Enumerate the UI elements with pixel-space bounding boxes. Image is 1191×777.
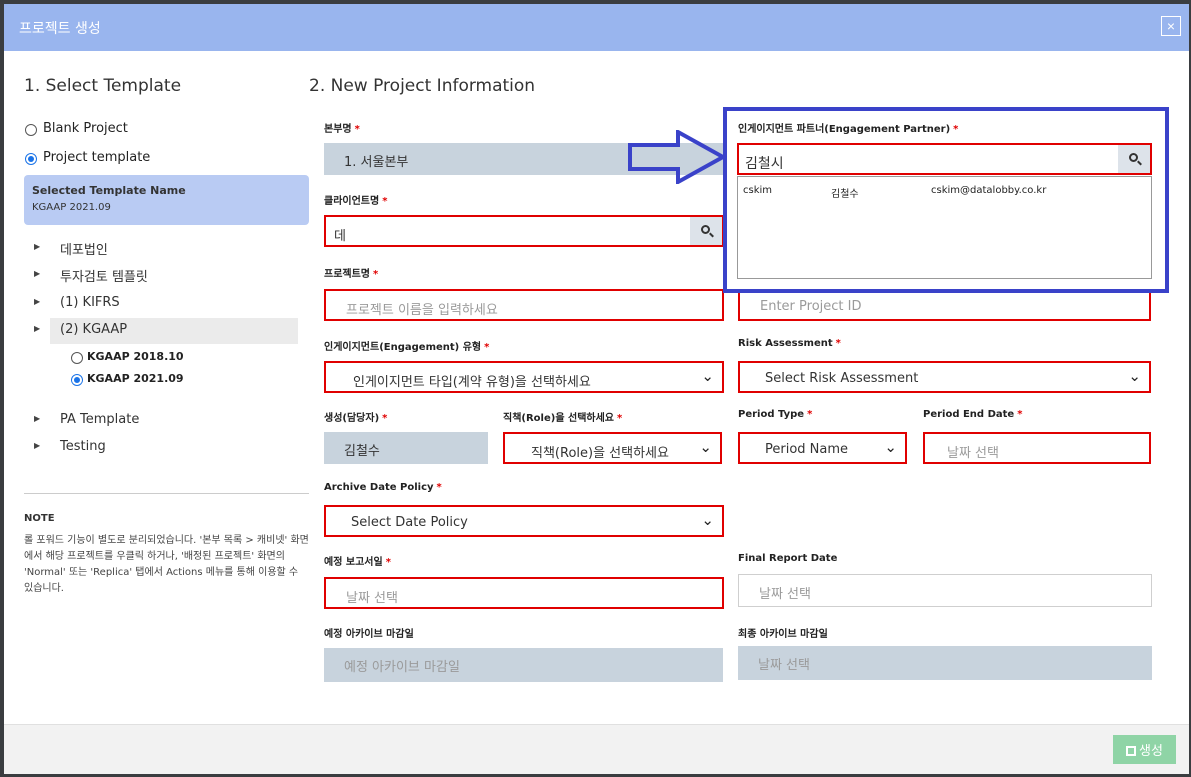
- archive-deadline-field: 예정 아카이브 마감일: [324, 648, 723, 682]
- search-icon: [701, 225, 710, 234]
- annotation-arrow-icon: [628, 130, 728, 184]
- blank-project-radio[interactable]: [25, 124, 37, 136]
- client-input-value[interactable]: 데: [334, 225, 346, 244]
- risk-value: Select Risk Assessment: [765, 371, 919, 386]
- tree-item-kifrs[interactable]: (1) KIFRS: [60, 295, 120, 310]
- period-type-value: Period Name: [765, 442, 849, 457]
- project-template-radio[interactable]: [25, 153, 37, 165]
- tree-item-testing[interactable]: Testing: [60, 439, 106, 454]
- period-end-placeholder: 날짜 선택: [947, 446, 999, 461]
- annotation-highlight-box: [723, 107, 1169, 293]
- engagement-type-select[interactable]: 인게이지먼트 타입(계약 유형)을 선택하세요 ⌄: [324, 361, 724, 393]
- engagement-type-label: 인게이지먼트(Engagement) 유형 *: [324, 342, 490, 353]
- tree-caret-icon[interactable]: ▶: [34, 297, 40, 306]
- chevron-down-icon: ⌄: [1128, 367, 1141, 385]
- creator-value: 김철수: [344, 444, 380, 459]
- project-name-placeholder: 프로젝트 이름을 입력하세요: [346, 303, 498, 318]
- tree-item-depo[interactable]: 데포법인: [60, 239, 108, 258]
- period-end-date-input[interactable]: 날짜 선택: [923, 432, 1151, 464]
- archive-policy-value: Select Date Policy: [351, 515, 468, 530]
- tree-item-investment[interactable]: 투자검토 템플릿: [60, 266, 148, 285]
- kgaap-2018-label[interactable]: KGAAP 2018.10: [87, 350, 184, 363]
- creator-label: 생성(담당자) *: [324, 413, 388, 424]
- report-date-placeholder: 날짜 선택: [346, 591, 398, 606]
- period-type-label: Period Type *: [738, 409, 813, 420]
- role-label: 직책(Role)을 선택하세요 *: [503, 413, 623, 424]
- chevron-down-icon: ⌄: [699, 438, 712, 456]
- modal-title: 프로젝트 생성: [19, 21, 101, 37]
- tree-item-kgaap[interactable]: (2) KGAAP: [60, 322, 127, 337]
- client-search-button[interactable]: [690, 217, 722, 245]
- final-archive-field: 날짜 선택: [738, 646, 1152, 680]
- creator-field: 김철수: [324, 432, 488, 464]
- archive-policy-select[interactable]: Select Date Policy ⌄: [324, 505, 724, 537]
- client-search-input[interactable]: 데: [324, 215, 724, 247]
- risk-select[interactable]: Select Risk Assessment ⌄: [738, 361, 1151, 393]
- report-date-input[interactable]: 날짜 선택: [324, 577, 724, 609]
- kgaap-2018-radio[interactable]: [71, 352, 83, 364]
- archive-policy-label: Archive Date Policy *: [324, 482, 442, 493]
- tree-caret-icon[interactable]: ▶: [34, 324, 40, 333]
- role-value: 직책(Role)을 선택하세요: [531, 446, 669, 461]
- modal-header: 프로젝트 생성 ×: [4, 4, 1189, 51]
- division-label: 본부명 *: [324, 124, 360, 135]
- final-archive-label: 최종 아카이브 마감일: [738, 629, 828, 640]
- project-id-input[interactable]: Enter Project ID: [738, 289, 1151, 321]
- final-report-date-input[interactable]: 날짜 선택: [738, 574, 1152, 607]
- chevron-down-icon: ⌄: [884, 438, 897, 456]
- risk-label: Risk Assessment *: [738, 338, 841, 349]
- chevron-down-icon: ⌄: [701, 367, 714, 385]
- selected-template-card: Selected Template Name KGAAP 2021.09: [24, 175, 309, 225]
- project-id-placeholder: Enter Project ID: [760, 299, 862, 314]
- role-select[interactable]: 직책(Role)을 선택하세요 ⌄: [503, 432, 722, 464]
- new-project-info-title: 2. New Project Information: [309, 76, 536, 96]
- client-label: 클라이언트명 *: [324, 196, 388, 207]
- archive-deadline-label: 예정 아카이브 마감일: [324, 629, 414, 640]
- report-date-label: 예정 보고서일 *: [324, 557, 391, 568]
- selected-template-value: KGAAP 2021.09: [32, 202, 111, 213]
- kgaap-2021-label[interactable]: KGAAP 2021.09: [87, 372, 184, 385]
- tree-caret-icon[interactable]: ▶: [34, 242, 40, 251]
- create-button[interactable]: 생성: [1113, 735, 1176, 764]
- period-end-label: Period End Date *: [923, 409, 1023, 420]
- kgaap-2021-radio[interactable]: [71, 374, 83, 386]
- project-template-label[interactable]: Project template: [43, 150, 150, 165]
- project-name-input[interactable]: 프로젝트 이름을 입력하세요: [324, 289, 724, 321]
- engagement-type-value: 인게이지먼트 타입(계약 유형)을 선택하세요: [353, 375, 591, 390]
- tree-caret-icon[interactable]: ▶: [34, 414, 40, 423]
- close-button[interactable]: ×: [1161, 16, 1181, 36]
- left-divider: [24, 493, 309, 494]
- create-project-modal: 프로젝트 생성 × 1. Select Template Blank Proje…: [4, 4, 1189, 774]
- modal-footer: [4, 724, 1189, 774]
- note-title: NOTE: [24, 513, 55, 524]
- save-icon: [1126, 746, 1137, 756]
- division-value: 1. 서울본부: [344, 155, 409, 170]
- tree-item-pa-template[interactable]: PA Template: [60, 412, 139, 427]
- final-report-placeholder: 날짜 선택: [759, 587, 811, 602]
- select-template-title: 1. Select Template: [24, 76, 182, 96]
- tree-caret-icon[interactable]: ▶: [34, 269, 40, 278]
- selected-template-heading: Selected Template Name: [32, 184, 186, 197]
- tree-caret-icon[interactable]: ▶: [34, 441, 40, 450]
- note-text: 롤 포워드 기능이 별도로 분리되었습니다. '본부 목록 > 캐비넷' 화면에…: [24, 535, 309, 594]
- period-type-select[interactable]: Period Name ⌄: [738, 432, 907, 464]
- archive-deadline-placeholder: 예정 아카이브 마감일: [344, 660, 460, 675]
- project-name-label: 프로젝트명 *: [324, 269, 379, 280]
- final-report-label: Final Report Date: [738, 553, 838, 564]
- final-archive-placeholder: 날짜 선택: [758, 658, 810, 673]
- blank-project-label[interactable]: Blank Project: [43, 121, 128, 136]
- chevron-down-icon: ⌄: [701, 511, 714, 529]
